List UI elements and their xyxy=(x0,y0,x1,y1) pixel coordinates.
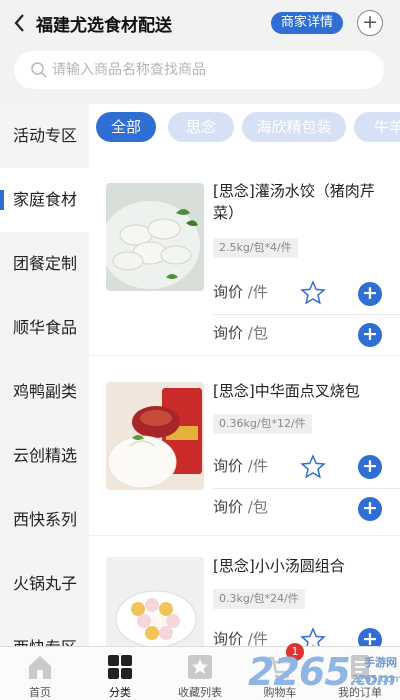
shop-title: 福建尤选食材配送 xyxy=(36,16,172,36)
price-unit: /包 xyxy=(247,324,268,342)
chevron-left-icon xyxy=(14,14,24,32)
price-label: 询价 xyxy=(213,498,244,516)
tab-label: 分类 xyxy=(109,686,131,699)
site-watermark-logo: 2265.com 手游网 2265.com xyxy=(246,648,400,700)
divider xyxy=(89,355,400,356)
sidebar-item-activity[interactable]: 活动专区 xyxy=(0,104,89,168)
star-icon[interactable] xyxy=(300,280,326,306)
sidebar-item-family-food[interactable]: 家庭食材 xyxy=(0,168,89,232)
divider xyxy=(213,488,400,489)
product-image-buns[interactable] xyxy=(106,382,204,490)
watermark-sub1: 手游网 xyxy=(364,656,397,669)
product-spec: 0.36kg/包*12/件 xyxy=(213,414,312,434)
sidebar-item-label: 鸡鸭副类 xyxy=(13,382,78,401)
search-bar[interactable] xyxy=(14,51,384,89)
brand-filter-bar: 全部 思念 海欣精包装 牛羊 xyxy=(89,104,400,150)
sidebar-item-label: 活动专区 xyxy=(13,126,78,145)
category-sidebar: 活动专区 家庭食材 团餐定制 顺华食品 鸡鸭副类 云创精选 西快系列 火锅丸子 … xyxy=(0,104,89,650)
plus-circle-icon: + xyxy=(362,11,378,33)
chip-all[interactable]: 全部 xyxy=(96,112,156,142)
more-button[interactable]: + xyxy=(357,10,383,36)
sidebar-item-group-meal[interactable]: 团餐定制 xyxy=(0,232,89,296)
price-label: 询价 xyxy=(213,457,244,475)
sidebar-item-label: 家庭食材 xyxy=(13,190,78,209)
sidebar-item-yunchuang[interactable]: 云创精选 xyxy=(0,424,89,488)
product-name[interactable]: [思念]灌汤水饺（猪肉芹菜） xyxy=(213,180,391,224)
price-unit: /件 xyxy=(247,283,268,301)
star-icon[interactable] xyxy=(300,454,326,480)
sidebar-item-poultry[interactable]: 鸡鸭副类 xyxy=(0,360,89,424)
product-image-dumplings[interactable] xyxy=(106,183,204,291)
chip-beef-lamb[interactable]: 牛羊 xyxy=(354,112,400,142)
tab-favorites[interactable]: 收藏列表 xyxy=(160,647,240,700)
sidebar-item-label: 火锅丸子 xyxy=(13,574,78,593)
sidebar-item-hotpot[interactable]: 火锅丸子 xyxy=(0,552,89,616)
back-button[interactable] xyxy=(10,10,34,36)
product-image-tangyuan[interactable] xyxy=(106,557,204,650)
tab-label: 收藏列表 xyxy=(178,686,222,699)
plus-icon: + xyxy=(362,323,378,345)
price-label: 询价 xyxy=(213,283,244,301)
sidebar-item-label: 云创精选 xyxy=(13,446,78,465)
search-icon xyxy=(31,62,47,78)
sidebar-item-xikuai-zone[interactable]: 西快专区 xyxy=(0,616,89,650)
product-name[interactable]: [思念]中华面点叉烧包 xyxy=(213,380,391,402)
search-input[interactable] xyxy=(52,51,372,89)
sidebar-item-shunhua[interactable]: 顺华食品 xyxy=(0,296,89,360)
sidebar-item-label: 西快系列 xyxy=(13,510,78,529)
sidebar-item-label: 顺华食品 xyxy=(13,318,78,337)
add-to-cart-button[interactable]: + xyxy=(358,497,382,521)
product-spec: 0.3kg/包*24/件 xyxy=(213,589,305,609)
add-to-cart-button[interactable]: + xyxy=(358,323,382,347)
grid-icon xyxy=(108,655,132,679)
tab-label: 首页 xyxy=(29,686,51,699)
plus-icon: + xyxy=(362,282,378,304)
tab-home[interactable]: 首页 xyxy=(0,647,80,700)
plus-icon: + xyxy=(362,455,378,477)
plus-icon: + xyxy=(362,497,378,519)
divider xyxy=(213,314,400,315)
sidebar-item-xikuai-series[interactable]: 西快系列 xyxy=(0,488,89,552)
add-to-cart-button[interactable]: + xyxy=(358,282,382,306)
tab-category[interactable]: 分类 xyxy=(80,647,160,700)
price-label: 询价 xyxy=(213,324,244,342)
price-per-unit: 询价 /件 xyxy=(213,455,268,476)
shop-detail-button[interactable]: 商家详情 xyxy=(271,12,343,34)
price-per-unit: 询价 /件 xyxy=(213,281,268,302)
sidebar-item-label: 团餐定制 xyxy=(13,254,78,273)
watermark-sub2: 2265.com xyxy=(352,674,400,685)
price-unit: /件 xyxy=(247,457,268,475)
price-per-pack: 询价 /包 xyxy=(213,496,268,517)
price-unit: /包 xyxy=(247,498,268,516)
top-header: 福建尤选食材配送 商家详情 + xyxy=(0,0,400,104)
product-list: [思念]灌汤水饺（猪肉芹菜） 2.5kg/包*4/件 询价 /件 + 询价 /包… xyxy=(89,150,400,650)
chip-sinian[interactable]: 思念 xyxy=(168,112,234,142)
product-spec: 2.5kg/包*4/件 xyxy=(213,238,298,258)
chip-haixin[interactable]: 海欣精包装 xyxy=(242,112,346,142)
home-icon xyxy=(29,656,51,679)
price-per-pack: 询价 /包 xyxy=(213,322,268,343)
add-to-cart-button[interactable]: + xyxy=(358,455,382,479)
star-box-icon xyxy=(188,655,212,679)
divider xyxy=(89,535,400,536)
product-name[interactable]: [思念]小小汤圆组合 xyxy=(213,555,391,577)
